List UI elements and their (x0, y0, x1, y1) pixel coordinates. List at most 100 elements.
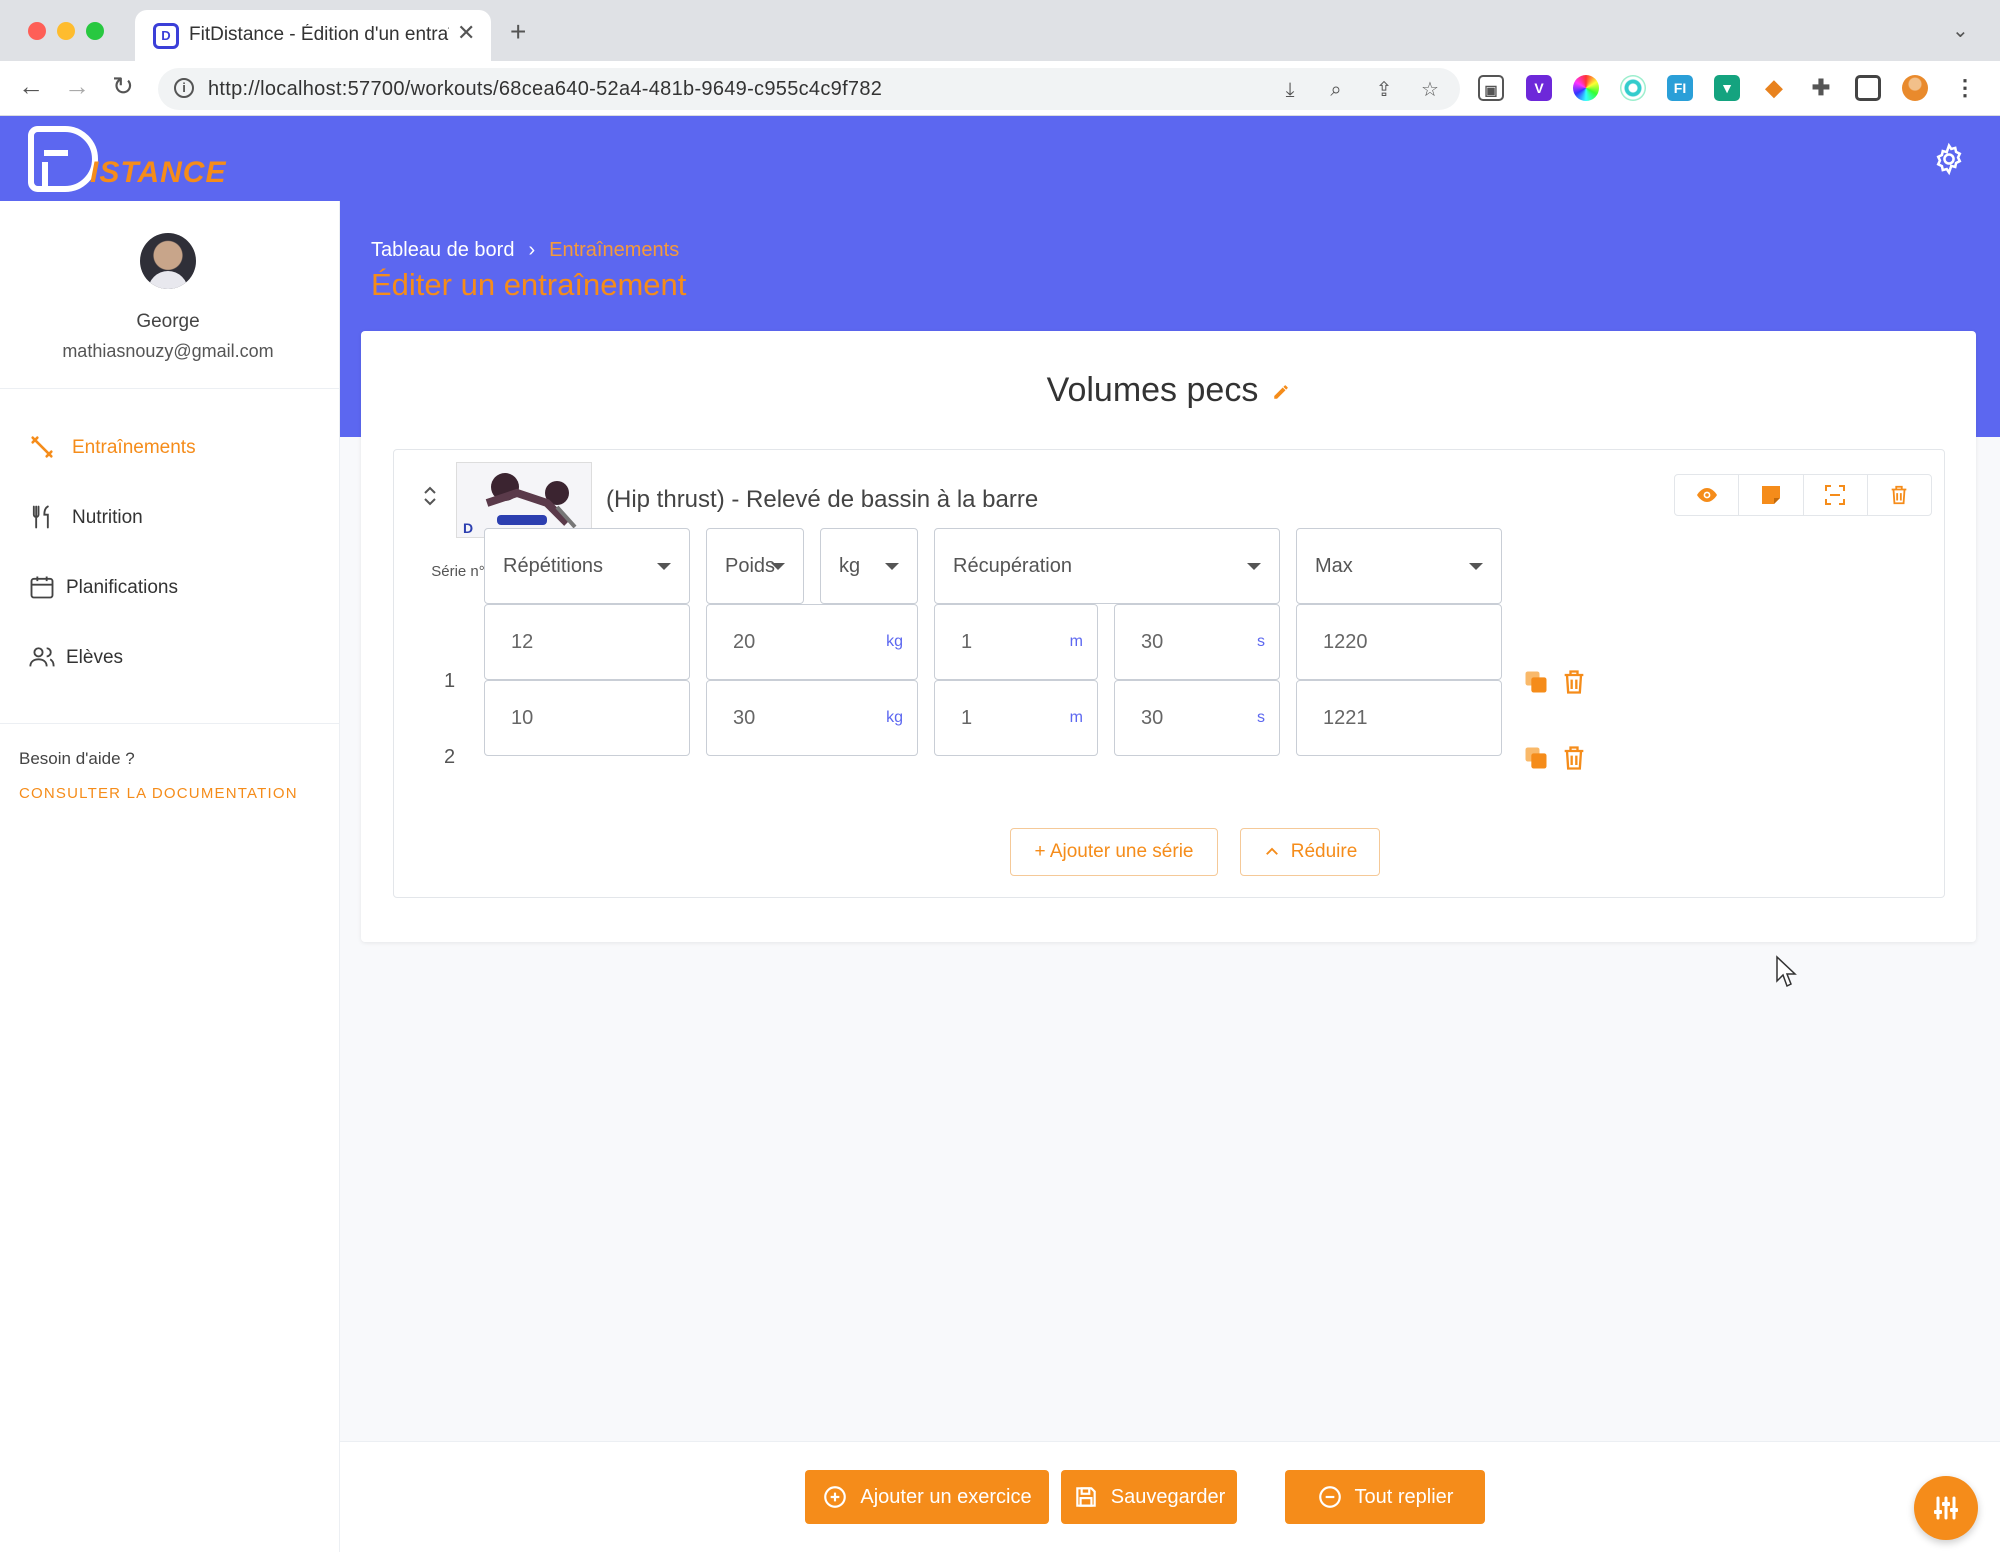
bottom-action-bar: Ajouter un exercice Sauvegarder Tout rep… (340, 1441, 2000, 1552)
weight-input[interactable]: 20 kg (706, 604, 918, 680)
logo-d-shape (28, 126, 98, 192)
select-value: Répétitions (503, 555, 604, 577)
max-input[interactable]: 1221 (1296, 680, 1502, 756)
svg-text:D: D (463, 520, 473, 536)
settings-fab[interactable] (1914, 1476, 1978, 1540)
sidebar-item-entrainements[interactable]: Entraînements (28, 425, 328, 465)
sidebar-divider (0, 388, 340, 389)
add-exercise-button[interactable]: Ajouter un exercice (805, 1470, 1049, 1524)
breadcrumb-workouts[interactable]: Entraînements (549, 239, 679, 261)
browser-tab[interactable]: D FitDistance - Édition d'un entraî ✕ (135, 10, 491, 61)
extensions-puzzle-icon[interactable]: ✚ (1808, 75, 1834, 101)
browser-menu-icon[interactable]: ⋮ (1952, 75, 1978, 101)
weight-input[interactable]: 30 kg (706, 680, 918, 756)
user-avatar[interactable] (140, 233, 196, 289)
bookmark-star-icon[interactable]: ☆ (1418, 78, 1442, 102)
close-tab-icon[interactable]: ✕ (457, 20, 475, 46)
rest-seconds-input[interactable]: 30 s (1114, 604, 1280, 680)
mouse-cursor-icon (1776, 955, 1797, 988)
reps-input[interactable]: 10 (484, 680, 690, 756)
serie-number-header: Série n° (431, 563, 485, 580)
weight-unit-select[interactable]: kg (820, 528, 918, 604)
delete-exercise-button[interactable] (1868, 475, 1931, 515)
eye-icon (1696, 488, 1717, 502)
delete-serie-icon[interactable] (1560, 668, 1588, 696)
reps-type-select[interactable]: Répétitions (484, 528, 690, 604)
extension-fi-icon[interactable]: FI (1667, 75, 1693, 101)
reload-icon[interactable]: ↻ (112, 73, 134, 99)
input-value: 1220 (1323, 631, 1368, 653)
fitdistance-logo[interactable]: ISTANCE (28, 126, 225, 192)
minimize-window-dot[interactable] (57, 22, 75, 40)
reduce-label: Réduire (1290, 841, 1358, 862)
breadcrumb-chevron-icon: › (528, 239, 536, 261)
utensils-icon (32, 505, 49, 529)
extension-screenshot-icon[interactable]: ▣ (1478, 75, 1504, 101)
tab-search-chevron-icon[interactable]: ⌄ (1952, 18, 1969, 43)
reduce-button[interactable]: Réduire (1240, 828, 1380, 876)
zoom-window-dot[interactable] (86, 22, 104, 40)
sidebar-divider (0, 723, 340, 724)
exercise-name: (Hip thrust) - Relevé de bassin à la bar… (606, 486, 1039, 513)
documentation-link[interactable]: CONSULTER LA DOCUMENTATION (19, 785, 298, 802)
zoom-icon[interactable]: ⌕ (1324, 78, 1348, 102)
note-button[interactable] (1739, 475, 1804, 515)
new-tab-icon[interactable]: + (510, 16, 526, 48)
rest-select[interactable]: Récupération (934, 528, 1280, 604)
sidebar-item-nutrition[interactable]: Nutrition (28, 495, 328, 535)
caret-down-icon (885, 563, 899, 570)
max-select[interactable]: Max (1296, 528, 1502, 604)
share-icon[interactable]: ⇪ (1372, 78, 1396, 102)
edit-pencil-icon[interactable] (1272, 383, 1290, 401)
input-value: 10 (511, 707, 534, 729)
rest-minutes-input[interactable]: 1m (934, 604, 1098, 680)
address-bar[interactable]: i http://localhost:57700/workouts/68cea6… (158, 68, 1460, 110)
install-app-icon[interactable]: ⤓ (1278, 78, 1302, 102)
workout-title: Volumes pecs (361, 371, 1976, 410)
add-serie-button[interactable]: + Ajouter une série (1010, 828, 1218, 876)
profile-avatar-icon[interactable] (1902, 75, 1928, 101)
extension-v-icon[interactable]: V (1526, 75, 1552, 101)
save-button[interactable]: Sauvegarder (1061, 1470, 1237, 1524)
close-window-dot[interactable] (28, 22, 46, 40)
extension-cup-icon[interactable]: ▼ (1714, 75, 1740, 101)
delete-serie-icon[interactable] (1560, 744, 1588, 772)
duplicate-serie-icon[interactable] (1522, 668, 1550, 696)
collapse-all-button[interactable]: Tout replier (1285, 1470, 1485, 1524)
caret-down-icon (1247, 563, 1261, 570)
sidebar-item-label: Entraînements (72, 437, 196, 458)
input-value: 1 (961, 707, 973, 729)
side-panel-icon[interactable] (1855, 75, 1881, 101)
duplicate-serie-icon[interactable] (1522, 744, 1550, 772)
settings-gear-icon[interactable] (1932, 142, 1966, 176)
plus-circle-icon (824, 1486, 847, 1508)
reorder-chevrons-icon[interactable] (422, 484, 438, 508)
sidebar-item-label: Elèves (66, 647, 124, 668)
user-email: mathiasnouzy@gmail.com (62, 341, 274, 361)
sidebar-item-planifications[interactable]: Planifications (28, 565, 328, 605)
rest-minutes-input[interactable]: 1m (934, 680, 1098, 756)
workout-card: Volumes pecs D (Hip thrust) - Relevé de … (361, 331, 1976, 942)
max-input[interactable]: 1220 (1296, 604, 1502, 680)
rest-seconds-input[interactable]: 30 s (1114, 680, 1280, 756)
breadcrumb-dashboard[interactable]: Tableau de bord (371, 239, 514, 261)
extension-fox-icon[interactable]: ◆ (1761, 75, 1787, 101)
trash-icon (1892, 485, 1907, 505)
save-label: Sauvegarder (1110, 1486, 1226, 1508)
url-text[interactable]: http://localhost:57700/workouts/68cea640… (208, 78, 882, 101)
reps-input[interactable]: 12 (484, 604, 690, 680)
site-info-icon[interactable]: i (174, 78, 194, 98)
sidebar-item-eleves[interactable]: Elèves (28, 635, 328, 675)
weight-type-select[interactable]: Poids (706, 528, 804, 604)
exercise-toolbar (1674, 474, 1932, 516)
back-icon[interactable]: ← (18, 73, 44, 99)
minutes-suffix: m (1069, 709, 1083, 726)
preview-button[interactable] (1675, 475, 1740, 515)
forward-icon[interactable]: → (64, 73, 90, 99)
chevron-up-icon (1265, 847, 1278, 855)
sticky-note-icon (1761, 486, 1780, 504)
extension-color-wheel-icon[interactable] (1573, 75, 1599, 101)
expand-button[interactable] (1804, 475, 1868, 515)
collapse-all-label: Tout replier (1354, 1486, 1454, 1508)
extension-target-icon[interactable] (1620, 75, 1646, 101)
